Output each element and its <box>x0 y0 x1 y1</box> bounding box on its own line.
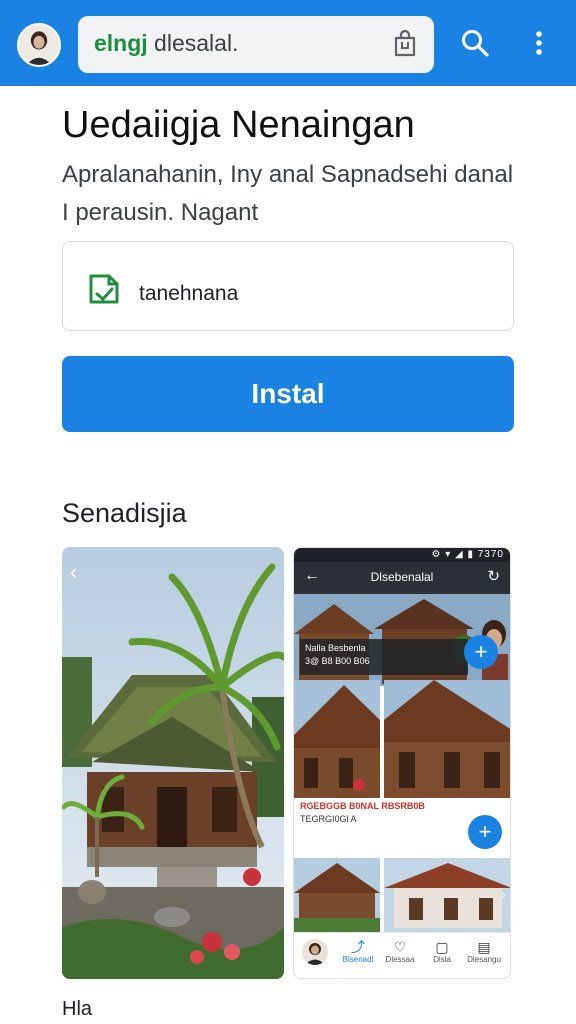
plus-icon: + <box>474 639 488 664</box>
phone-image-bottom-right[interactable]: › <box>384 858 510 936</box>
nav-item-3[interactable]: ▢ Dlsla <box>422 939 462 964</box>
refresh-icon[interactable]: ↻ <box>487 567 500 585</box>
house-photo <box>62 547 284 979</box>
phone-app-title: Dlsebenalal <box>370 570 434 584</box>
phone-info: RGEBGGB B0NAL RBSRB0B TEGRGI0Gl A <box>300 801 425 824</box>
add-fab-bottom[interactable]: + <box>468 815 502 849</box>
nav-item-1[interactable]: ⤴ Blsenadl <box>338 939 378 964</box>
phone-app-bar: ← Dlsebenalal ↻ <box>294 562 510 594</box>
search-bar[interactable]: elngj dlesalal. <box>78 16 434 73</box>
install-button[interactable]: Instal <box>62 356 514 432</box>
chevron-left-icon[interactable]: ‹ <box>70 559 77 585</box>
chevron-right-icon[interactable]: › <box>501 886 506 902</box>
nav-item-4[interactable]: ▤ Dlesangu <box>464 939 504 964</box>
phone-caption: Nalla Besbenla 3@ B8 B00 B06 <box>300 639 468 675</box>
developer-card[interactable]: tanehnana <box>62 241 514 331</box>
location-icon: ♡ <box>393 939 407 955</box>
phone-bottom-nav: ⤴ Blsenadl ♡ Dlessaa ▢ Dlsla ▤ Dlesangu <box>294 932 510 978</box>
nav-avatar[interactable] <box>302 939 328 965</box>
screenshot-2[interactable]: ⚙ ▾ ◢ ▮ 7370 ← Dlsebenalal ↻ Nalla Besbe… <box>293 547 511 979</box>
list-icon: ▤ <box>477 939 491 955</box>
app-title: Uedaiigja Nenaingan <box>62 104 415 146</box>
phone-image-bottom-left[interactable] <box>294 858 380 936</box>
square-icon: ▢ <box>435 939 449 955</box>
phone-image-right[interactable] <box>384 680 510 798</box>
app-description: Apralanahanin, Iny anal Sapnadsehi danal… <box>62 161 514 226</box>
developer-logo-icon <box>89 274 119 304</box>
developer-name: tanehnana <box>139 282 239 305</box>
search-query: elngj dlesalal. <box>94 30 239 56</box>
profile-avatar[interactable] <box>17 23 61 67</box>
section-label-bottom: Hla <box>62 998 93 1020</box>
trend-icon: ⤴ <box>351 939 365 955</box>
more-vert-icon[interactable] <box>522 26 556 60</box>
shopping-bag-icon[interactable] <box>390 29 420 59</box>
person-icon <box>19 25 59 65</box>
nav-item-2[interactable]: ♡ Dlessaa <box>380 939 420 964</box>
search-icon[interactable] <box>458 26 492 60</box>
plus-icon: + <box>478 819 492 844</box>
top-app-bar: elngj dlesalal. <box>0 0 576 86</box>
screenshots-section-title: Senadisjia <box>62 498 187 528</box>
screenshot-1[interactable]: ‹ <box>62 547 284 979</box>
add-fab-top[interactable]: + <box>464 635 498 669</box>
phone-image-left[interactable] <box>294 680 380 798</box>
status-bar: ⚙ ▾ ◢ ▮ 7370 <box>294 548 510 562</box>
